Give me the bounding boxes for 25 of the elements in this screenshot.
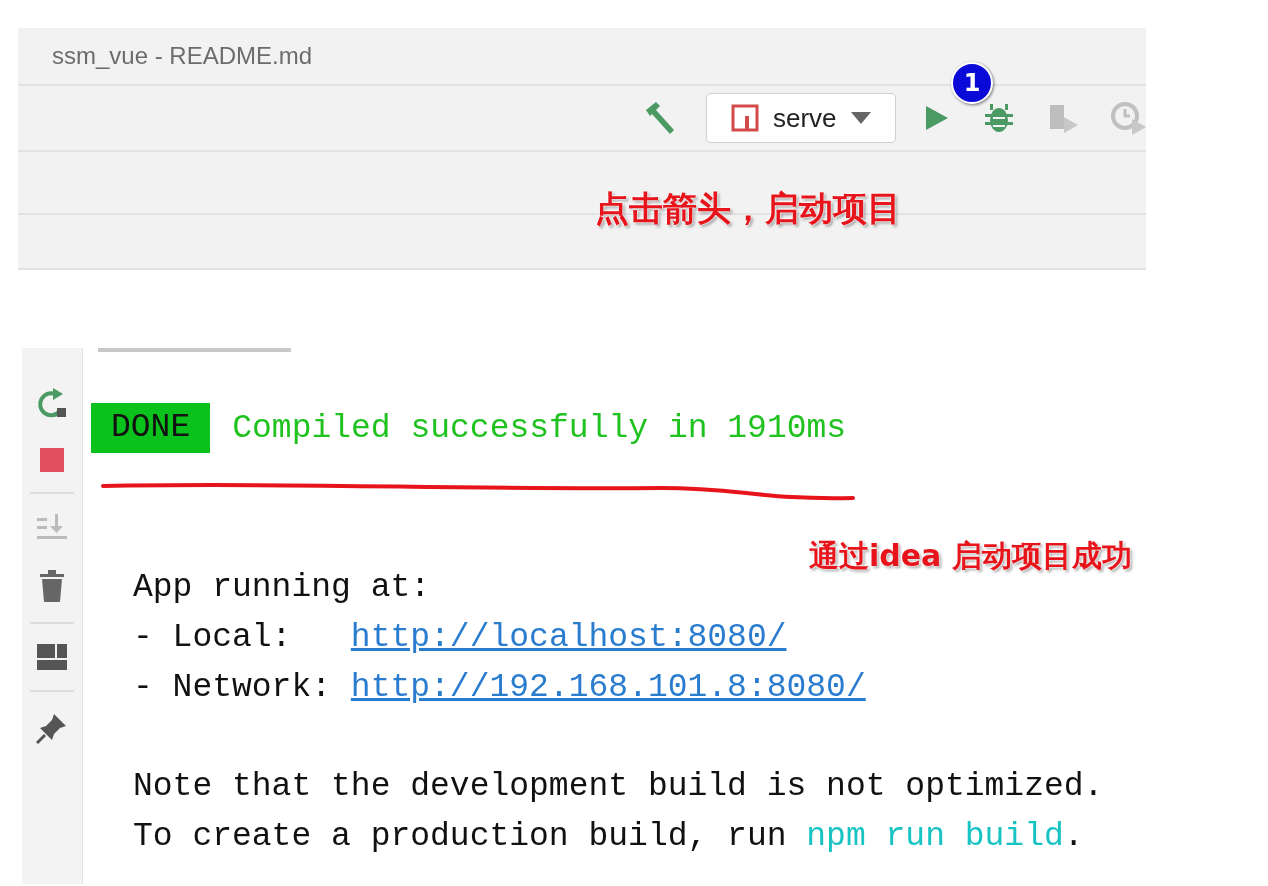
console-line: Note that the development build is not optimized.: [133, 767, 1105, 807]
compile-message: Compiled successfully in 1910ms: [232, 409, 847, 447]
console-text: - Network:: [133, 669, 333, 706]
window-title: ssm_vue - README.md: [52, 42, 313, 70]
console-text: - Local:: [133, 619, 293, 656]
rerun-icon[interactable]: [35, 386, 69, 420]
layout-icon[interactable]: [37, 644, 67, 670]
done-label: DONE: [91, 403, 211, 453]
command-text: npm run build: [806, 818, 1064, 855]
config-icon: [731, 104, 759, 132]
url-link[interactable]: http://localhost:8080/: [350, 619, 787, 656]
annotation-text: 通过idea 启动项目成功: [809, 537, 1132, 575]
annotation-text: 点击箭头，启动项目: [595, 187, 901, 230]
console-text: To create a production build, run: [133, 818, 788, 855]
console-line: App running at:: [133, 568, 432, 608]
profiler-run-icon[interactable]: [1110, 101, 1146, 135]
url-link[interactable]: http://192.168.101.8:8080/: [350, 669, 866, 706]
pin-icon[interactable]: [36, 712, 68, 744]
scroll-to-end-icon[interactable]: [37, 514, 67, 542]
caret-icon: [850, 112, 871, 124]
play-icon[interactable]: [924, 104, 950, 132]
bug-icon[interactable]: [984, 102, 1014, 134]
console-text: .: [1063, 818, 1084, 855]
run-configuration-dropdown[interactable]: serve: [706, 93, 896, 143]
trash-icon[interactable]: [40, 570, 64, 602]
